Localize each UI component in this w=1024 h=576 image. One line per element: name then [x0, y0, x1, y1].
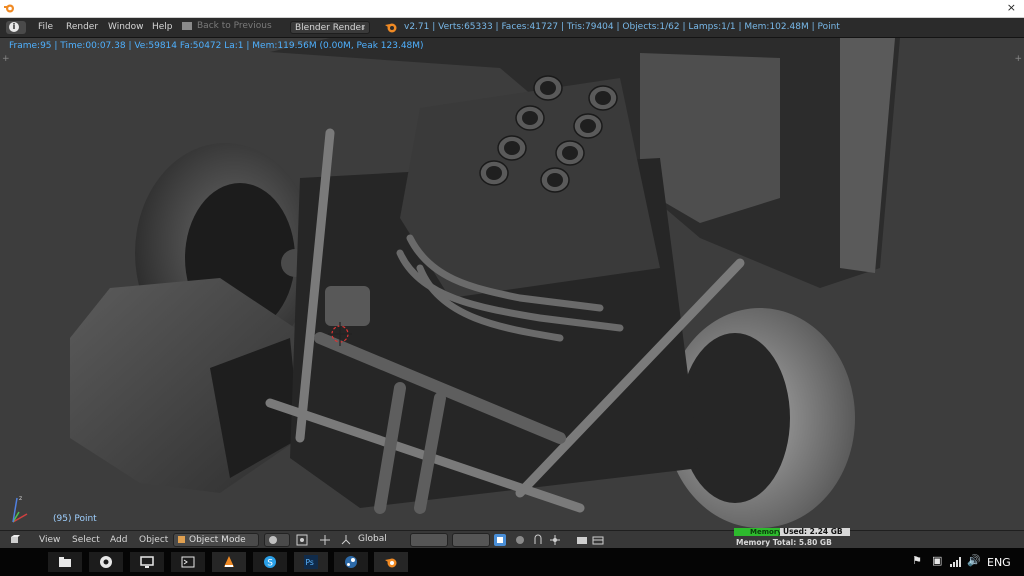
proportional-edit-icon[interactable]: [514, 534, 526, 546]
device-icon[interactable]: ▣: [932, 554, 942, 567]
dropdown-arrows-icon: ⬍: [360, 24, 366, 32]
blender-icon: [385, 23, 397, 33]
windows-taskbar: S Ps ⚑ ▣ 🔊 ENG: [0, 548, 1024, 576]
render-engine-select[interactable]: Blender Render ⬍: [290, 21, 370, 34]
svg-text:S: S: [267, 559, 273, 569]
editor-type-3d-icon[interactable]: [9, 534, 21, 546]
info-header: i File Render Window Help Back to Previo…: [0, 18, 1024, 38]
snap-icon[interactable]: [532, 534, 544, 546]
render-icon[interactable]: [576, 534, 588, 546]
memory-used: Used: 2.24 GB: [780, 528, 850, 536]
manipulator-icon[interactable]: [319, 534, 331, 546]
layers-grid-2[interactable]: [452, 533, 490, 547]
frame-object-label: (95) Point: [53, 514, 97, 524]
axis-z-label: z: [19, 495, 22, 502]
render-engine-value: Blender Render: [295, 23, 365, 33]
file-explorer-icon: [59, 557, 71, 567]
action-center-icon[interactable]: ⚑: [912, 554, 922, 567]
engine-render-scene: [70, 38, 900, 528]
taskbar-vlc[interactable]: [212, 552, 246, 572]
interaction-mode-select[interactable]: Object Mode: [173, 533, 259, 547]
mode-value: Object Mode: [189, 535, 246, 545]
editor-type-button[interactable]: i: [6, 21, 26, 34]
chrome-icon: [100, 556, 112, 568]
pivot-point-icon[interactable]: [296, 534, 308, 546]
memory-bar: Memory: [734, 528, 782, 536]
menu-select[interactable]: Select: [72, 535, 100, 545]
menu-add[interactable]: Add: [110, 535, 127, 545]
info-icon: i: [9, 22, 19, 32]
region-expand-left-icon[interactable]: +: [2, 54, 10, 64]
svg-text:Ps: Ps: [306, 558, 314, 567]
network-signal-icon[interactable]: [950, 557, 962, 567]
menu-object[interactable]: Object: [139, 535, 168, 545]
memory-usage-widget: Memory Used: 2.24 GB Memory Total: 5.80 …: [734, 527, 850, 549]
taskbar-steam[interactable]: [334, 552, 368, 572]
render-animation-icon[interactable]: [592, 534, 604, 546]
transform-orientation-icon: [341, 535, 351, 545]
3d-viewport[interactable]: Frame:95 | Time:00:07.38 | Ve:59814 Fa:5…: [0, 38, 1024, 530]
scene-stats: v2.71 | Verts:65333 | Faces:41727 | Tris…: [404, 22, 840, 32]
layers-grid-1[interactable]: [410, 533, 448, 547]
window-titlebar: ×: [0, 0, 1024, 18]
taskbar-chrome[interactable]: [89, 552, 123, 572]
taskbar-command-prompt[interactable]: [171, 552, 205, 572]
volume-icon[interactable]: 🔊: [967, 554, 981, 567]
render-status-text: Frame:95 | Time:00:07.38 | Ve:59814 Fa:5…: [9, 41, 424, 51]
command-prompt-icon: [181, 556, 195, 568]
back-to-previous-button[interactable]: Back to Previous: [182, 21, 280, 34]
taskbar-file-explorer[interactable]: [48, 552, 82, 572]
back-screen-icon: [182, 21, 192, 30]
menu-help[interactable]: Help: [152, 22, 173, 32]
taskbar-photoshop[interactable]: Ps: [294, 552, 328, 572]
snap-target-icon[interactable]: [549, 534, 561, 546]
menu-window[interactable]: Window: [108, 22, 144, 32]
memory-total: Memory Total: 5.80 GB: [736, 538, 832, 547]
3d-view-header: View Select Add Object Object Mode Globa…: [0, 530, 1024, 549]
mode-cube-icon: [178, 536, 185, 543]
orientation-value: Global: [358, 534, 387, 544]
orientation-select[interactable]: Global: [354, 533, 404, 547]
lock-camera-layers-icon[interactable]: [494, 534, 506, 546]
menu-file[interactable]: File: [38, 22, 53, 32]
axis-gizmo-icon: z: [12, 495, 28, 523]
desktop-icon: [140, 556, 154, 568]
menu-render[interactable]: Render: [66, 22, 98, 32]
viewport-shading-select[interactable]: [264, 533, 290, 547]
region-expand-right-icon[interactable]: +: [1014, 54, 1022, 64]
close-window-button[interactable]: ×: [1007, 1, 1016, 14]
skype-icon: S: [264, 556, 276, 569]
blender-logo-icon: [4, 4, 14, 13]
blender-icon: [385, 558, 397, 568]
vlc-icon: [224, 556, 234, 567]
steam-icon: [345, 556, 357, 568]
photoshop-icon: Ps: [304, 555, 318, 569]
menu-view[interactable]: View: [39, 535, 60, 545]
solid-shading-icon: [269, 535, 277, 544]
taskbar-desktop[interactable]: [130, 552, 164, 572]
input-language-indicator[interactable]: ENG: [987, 556, 1011, 569]
taskbar-skype[interactable]: S: [253, 552, 287, 572]
back-to-previous-label: Back to Previous: [197, 21, 272, 31]
taskbar-blender[interactable]: [374, 552, 408, 572]
